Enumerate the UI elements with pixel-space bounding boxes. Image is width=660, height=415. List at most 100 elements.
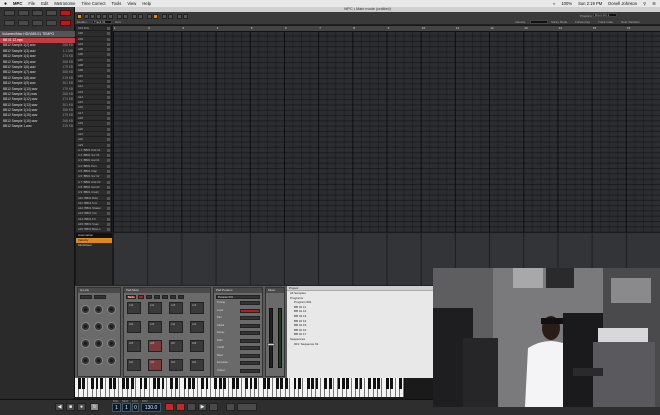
stop-main-button[interactable] [187, 403, 196, 411]
undo-icon[interactable] [117, 14, 122, 19]
black-key[interactable] [267, 378, 270, 389]
track-mute-button[interactable] [107, 74, 110, 78]
qlink-knob[interactable] [94, 305, 103, 314]
program-name-field[interactable]: Program 001 [216, 295, 260, 299]
browser-program-button[interactable] [32, 20, 43, 26]
black-key[interactable] [293, 378, 297, 389]
param-value-field[interactable] [240, 368, 260, 373]
black-key[interactable] [152, 378, 156, 389]
loop-button[interactable]: ↻ [90, 403, 99, 411]
zoom-tool-icon[interactable] [108, 14, 113, 19]
qlink-knob[interactable] [81, 356, 90, 365]
black-key[interactable] [214, 378, 218, 389]
black-key[interactable] [188, 378, 191, 389]
file-item[interactable]: BB12 Sample 1.wav 219 KB [0, 124, 75, 129]
track-mute-button[interactable] [107, 48, 110, 52]
browser-audio-button[interactable] [18, 20, 29, 26]
black-key[interactable] [223, 378, 226, 389]
track-mute-button[interactable] [107, 106, 110, 110]
track-mute-button[interactable] [107, 212, 110, 216]
pad-bank-select-button[interactable] [146, 295, 152, 299]
track-mute-button[interactable] [107, 37, 110, 41]
velocity-field[interactable] [530, 20, 548, 24]
browser-refresh-button[interactable] [46, 10, 57, 16]
drum-pad[interactable]: A07 [169, 340, 183, 352]
track-mute-button[interactable] [107, 111, 110, 115]
black-key[interactable] [284, 378, 288, 389]
black-key[interactable] [280, 378, 284, 389]
browser-path[interactable]: Volumes/Mac HD/VMB 01 TEMPO [0, 31, 75, 37]
qlink-knob[interactable] [107, 322, 116, 331]
redo-icon[interactable] [123, 14, 128, 19]
black-key[interactable] [337, 378, 341, 389]
track-mute-button[interactable] [107, 170, 110, 174]
grid-editor[interactable] [113, 26, 660, 232]
tick-counter[interactable]: 0 [132, 403, 139, 412]
clock[interactable]: Sun 2:19 PM [578, 1, 602, 6]
black-key[interactable] [108, 378, 112, 389]
select-tool-icon[interactable] [90, 14, 95, 19]
paste-icon[interactable] [138, 14, 143, 19]
black-key[interactable] [161, 378, 165, 389]
search-icon[interactable]: ⚲ [643, 1, 646, 6]
browser-up-button[interactable] [32, 10, 43, 16]
track-mute-button[interactable] [107, 95, 110, 99]
record-arm-button[interactable]: ● [77, 403, 86, 411]
black-key[interactable] [144, 378, 147, 389]
drum-pad[interactable]: A06 [148, 340, 162, 352]
track-mute-button[interactable] [107, 64, 110, 68]
track-mute-button[interactable] [107, 180, 110, 184]
record-button[interactable] [165, 403, 174, 411]
browser-load-button[interactable] [60, 20, 71, 26]
drum-pad[interactable]: A14 [148, 302, 162, 314]
menu-tools[interactable]: Tools [112, 1, 122, 6]
channel-fader[interactable] [269, 308, 273, 368]
drum-pad[interactable]: A09 [127, 321, 141, 333]
menu-app-name[interactable]: MPC [13, 1, 22, 6]
loop-icon[interactable] [162, 14, 167, 19]
black-key[interactable] [346, 378, 350, 389]
track-mute-button[interactable] [107, 154, 110, 158]
browser-seq-button[interactable] [46, 20, 57, 26]
track-mute-button[interactable] [107, 122, 110, 126]
track-mute-button[interactable] [107, 185, 110, 189]
black-key[interactable] [355, 378, 358, 389]
qlink-bank-select[interactable] [94, 295, 106, 299]
track-mute-button[interactable] [107, 53, 110, 57]
black-key[interactable] [262, 378, 266, 389]
black-key[interactable] [78, 378, 81, 389]
black-key[interactable] [315, 378, 319, 389]
black-key[interactable] [232, 378, 235, 389]
black-key[interactable] [113, 378, 116, 389]
pad-bank-select-button[interactable] [170, 295, 176, 299]
black-key[interactable] [399, 378, 402, 389]
channel-fader-cap[interactable] [267, 343, 275, 346]
metronome-icon[interactable] [168, 14, 173, 19]
param-value-field[interactable] [240, 361, 260, 365]
browser-back-button[interactable] [4, 10, 15, 16]
pad-bank-select-button[interactable] [154, 295, 160, 299]
menu-list-icon[interactable]: ☰ [652, 1, 656, 6]
drum-pad[interactable]: A10 [148, 321, 162, 333]
param-value-field[interactable] [240, 323, 260, 328]
drum-pad[interactable]: A12 [190, 321, 204, 333]
lane-modwheel-item[interactable]: Modwheel [76, 243, 112, 248]
track-mute-button[interactable] [107, 191, 110, 195]
track-mute-button[interactable] [107, 27, 110, 30]
qlink-knob[interactable] [94, 339, 103, 348]
drum-pad[interactable]: A01 [127, 359, 141, 371]
qlink-knob[interactable] [94, 322, 103, 331]
param-value-field[interactable] [240, 308, 260, 313]
track-mute-button[interactable] [107, 42, 110, 46]
black-key[interactable] [276, 378, 279, 389]
quantize-icon[interactable] [147, 14, 152, 19]
menu-file[interactable]: File [28, 1, 35, 6]
bar-counter[interactable]: 1 [112, 403, 121, 412]
black-key[interactable] [157, 378, 160, 389]
drum-pad[interactable]: A03 [169, 359, 183, 371]
copy-icon[interactable] [132, 14, 137, 19]
drum-pad[interactable]: A04 [190, 359, 204, 371]
black-key[interactable] [122, 378, 125, 389]
pad-bank-select-button[interactable] [178, 295, 184, 299]
qlink-knob[interactable] [94, 356, 103, 365]
